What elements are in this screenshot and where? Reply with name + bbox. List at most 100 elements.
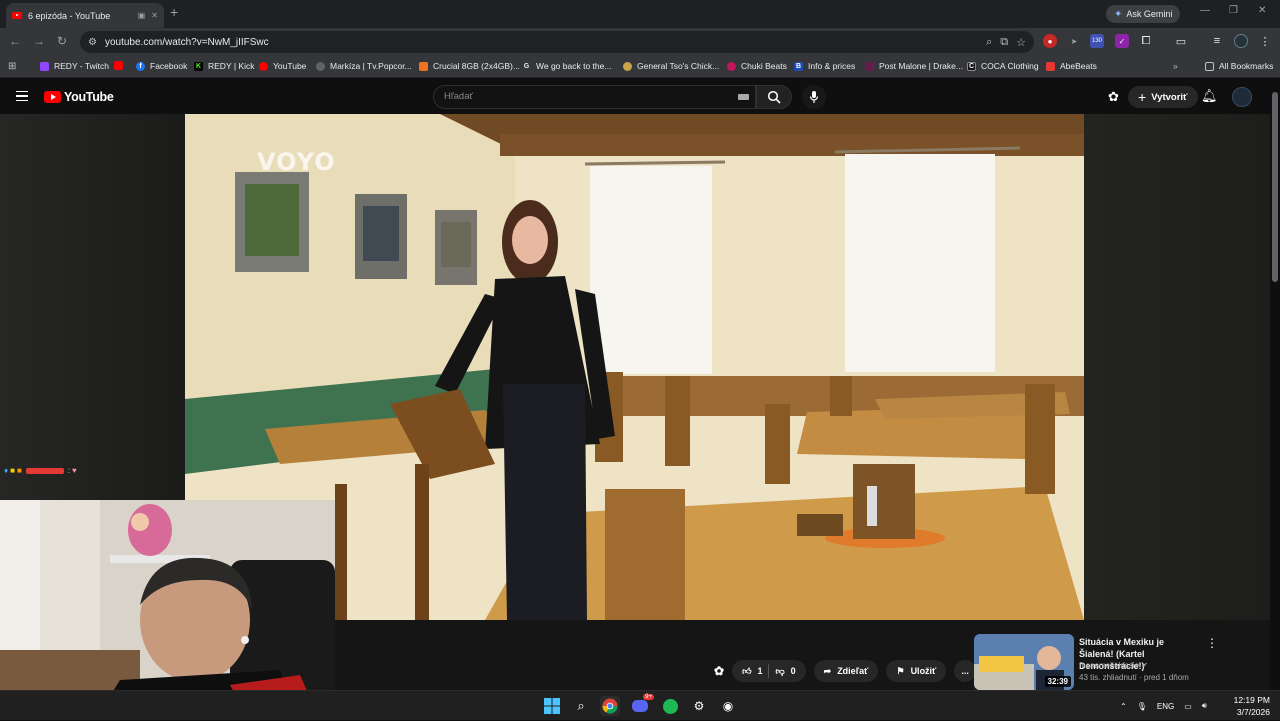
bookmark-item[interactable]: General Tso's Chick... xyxy=(623,61,719,71)
forward-icon[interactable]: → xyxy=(33,34,45,48)
site-info-icon[interactable]: ⚙ xyxy=(88,37,97,48)
sidepanel-icon[interactable]: ▭ xyxy=(1174,34,1188,48)
ask-gemini-button[interactable]: ✦ Ask Gemini xyxy=(1106,5,1181,23)
abebeats-icon xyxy=(1046,61,1055,71)
window-close-icon[interactable]: ✕ xyxy=(1258,5,1266,16)
language-indicator[interactable]: ENG xyxy=(1157,702,1174,711)
bookmark-item[interactable]: C COCA Clothing xyxy=(967,61,1039,71)
tab-close-icon[interactable]: ✕ xyxy=(151,11,158,20)
share-button[interactable]: ➦ Zdieľať xyxy=(813,660,879,682)
create-button[interactable]: + Vytvoriť xyxy=(1128,86,1198,108)
profile-avatar[interactable] xyxy=(1234,34,1248,48)
discord-logo xyxy=(632,700,648,712)
all-bookmarks-label: All Bookmarks xyxy=(1219,61,1274,71)
media-control-icon[interactable]: ≡ xyxy=(1210,34,1224,48)
microphone-icon xyxy=(809,91,819,103)
search-input[interactable]: Hľadať xyxy=(433,85,756,109)
obs-taskbar-icon[interactable]: ◉ xyxy=(718,696,738,716)
bookmark-star-icon[interactable]: ☆ xyxy=(1016,36,1026,49)
webcam-frame xyxy=(0,500,335,720)
install-app-icon[interactable]: ⧉ xyxy=(1000,36,1008,49)
bookmark-label: Chuki Beats xyxy=(741,61,787,71)
steam-taskbar-icon[interactable]: ⚙ xyxy=(689,696,709,716)
minimize-icon[interactable]: — xyxy=(1200,5,1210,16)
all-bookmarks-button[interactable]: All Bookmarks xyxy=(1205,61,1273,71)
keyboard-icon[interactable] xyxy=(738,94,749,100)
reload-icon[interactable]: ↻ xyxy=(57,34,67,48)
youtube-masthead: YouTube Hľadať ✿ + Vytvoriť 🔔︎ xyxy=(0,80,1280,114)
bookmark-item[interactable]: G We go back to the... xyxy=(522,61,612,71)
clock-time: 12:19 PM xyxy=(1233,695,1270,705)
tray-volume-icon[interactable]: 🔊︎ xyxy=(1202,701,1207,711)
recommended-thumbnail[interactable]: 32:39 xyxy=(974,634,1074,690)
youtube-logo-text: YouTube xyxy=(64,90,114,104)
extension-star-icon[interactable]: ✿ xyxy=(714,664,724,678)
chrome-taskbar-icon[interactable] xyxy=(600,696,620,716)
video-actions: ✿ 👍︎ 1 👎︎ 0 ➦ Zdieľať ⚑ Uložiť ... xyxy=(714,660,976,682)
bookmark-item[interactable]: YouTube xyxy=(259,61,306,71)
bookmark-item[interactable]: B Info & prices xyxy=(794,61,855,71)
extension-purple-icon[interactable]: ✓ xyxy=(1115,34,1129,48)
address-bar[interactable]: ⚙ youtube.com/watch?v=NwM_jIIFSwc ⌕ ⧉ ☆ xyxy=(80,31,1034,53)
restore-icon[interactable]: ❐ xyxy=(1229,5,1238,16)
search-icon xyxy=(767,90,781,104)
twitch-icon xyxy=(40,61,49,71)
badge-icon: ■ xyxy=(10,466,15,475)
menu-icon[interactable] xyxy=(16,91,28,101)
new-tab-button[interactable]: + xyxy=(170,4,178,20)
discord-taskbar-icon[interactable]: 9+ xyxy=(630,694,654,716)
taskbar-clock[interactable]: 12:19 PM 3/7/2026 xyxy=(1228,694,1270,718)
tray-display-icon[interactable]: ▭ xyxy=(1184,702,1192,711)
crucial-icon xyxy=(419,61,428,71)
account-avatar[interactable] xyxy=(1232,87,1252,107)
tray-mic-icon[interactable]: 🎙︎ xyxy=(1137,702,1147,711)
bookmark-item[interactable]: Chuki Beats xyxy=(727,61,787,71)
extension-badge-icon[interactable]: 130 xyxy=(1090,34,1104,48)
bookmark-item[interactable]: REDY - Twitch xyxy=(40,61,109,71)
youtube-logo[interactable]: YouTube xyxy=(44,90,114,104)
bookmark-item[interactable]: K REDY | Kick xyxy=(194,61,254,71)
bookmark-item[interactable]: Markíza | Tv.Popcor... xyxy=(316,61,412,71)
bookmark-item[interactable]: Post Malone | Drake... xyxy=(865,61,963,71)
bookmark-item[interactable]: AbeBeats xyxy=(1046,61,1097,71)
recommended-meta: 43 tis. zhliadnutí · pred 1 dňom xyxy=(1079,673,1189,682)
more-actions-button[interactable]: ... xyxy=(954,660,976,682)
notifications-bell-icon[interactable]: 🔔︎ xyxy=(1201,88,1218,104)
voyo-watermark: VOYO xyxy=(257,148,336,176)
scrollbar-thumb[interactable] xyxy=(1272,92,1278,282)
save-button[interactable]: ⚑ Uložiť xyxy=(886,660,947,682)
chrome-menu-icon[interactable]: ⋮ xyxy=(1258,34,1272,48)
voice-search-button[interactable] xyxy=(802,85,826,109)
bookmark-item[interactable]: Crucial 8GB (2x4GB)... xyxy=(419,61,520,71)
spotify-taskbar-icon[interactable] xyxy=(660,696,680,716)
bookmark-item[interactable]: f Facebook xyxy=(136,61,187,71)
youtube-favicon-icon xyxy=(12,12,22,19)
recommended-channel[interactable]: menameselassie ✔ xyxy=(1079,661,1148,670)
tray-overflow-icon[interactable]: ⌃ xyxy=(1120,702,1127,711)
url-text: youtube.com/watch?v=NwM_jIIFSwc xyxy=(104,36,269,48)
extension-red-icon[interactable]: ● xyxy=(1043,34,1057,48)
taskbar-search-icon[interactable]: ⌕ xyxy=(571,696,591,716)
thumbs-down-icon[interactable]: 👎︎ xyxy=(775,666,784,677)
tab-media-icon[interactable]: ▣ xyxy=(138,11,146,20)
ask-gemini-label: Ask Gemini xyxy=(1126,9,1173,19)
browser-tab[interactable]: 6 epizóda - YouTube ▣ ✕ xyxy=(6,3,164,28)
youtube-icon xyxy=(114,61,123,70)
bookmark-item[interactable] xyxy=(114,61,123,70)
extensions-puzzle-icon[interactable]: ⧠ xyxy=(1139,34,1153,48)
like-button[interactable]: 👍︎ 1 👎︎ 0 xyxy=(732,660,806,682)
chat-separator: : xyxy=(67,466,71,475)
extension-arrow-icon[interactable]: ➤ xyxy=(1067,34,1081,48)
video-duration: 32:39 xyxy=(1044,676,1071,687)
back-icon[interactable]: ← xyxy=(9,34,21,48)
share-label: Zdieľať xyxy=(837,666,869,676)
apps-grid-icon[interactable]: ⊞ xyxy=(8,61,16,72)
windows-start-icon[interactable] xyxy=(542,696,562,716)
extension-gear-icon[interactable]: ✿ xyxy=(1108,89,1119,105)
bookmarks-overflow-icon[interactable]: » xyxy=(1173,61,1178,71)
search-button[interactable] xyxy=(756,85,792,109)
ambient-left-panel xyxy=(0,114,185,500)
zoom-icon[interactable]: ⌕ xyxy=(986,36,992,49)
recommended-more-icon[interactable]: ⋮ xyxy=(1206,636,1218,650)
recommended-video[interactable]: 32:39 Situácia v Mexiku je Šialená! (Kar… xyxy=(974,634,1224,690)
